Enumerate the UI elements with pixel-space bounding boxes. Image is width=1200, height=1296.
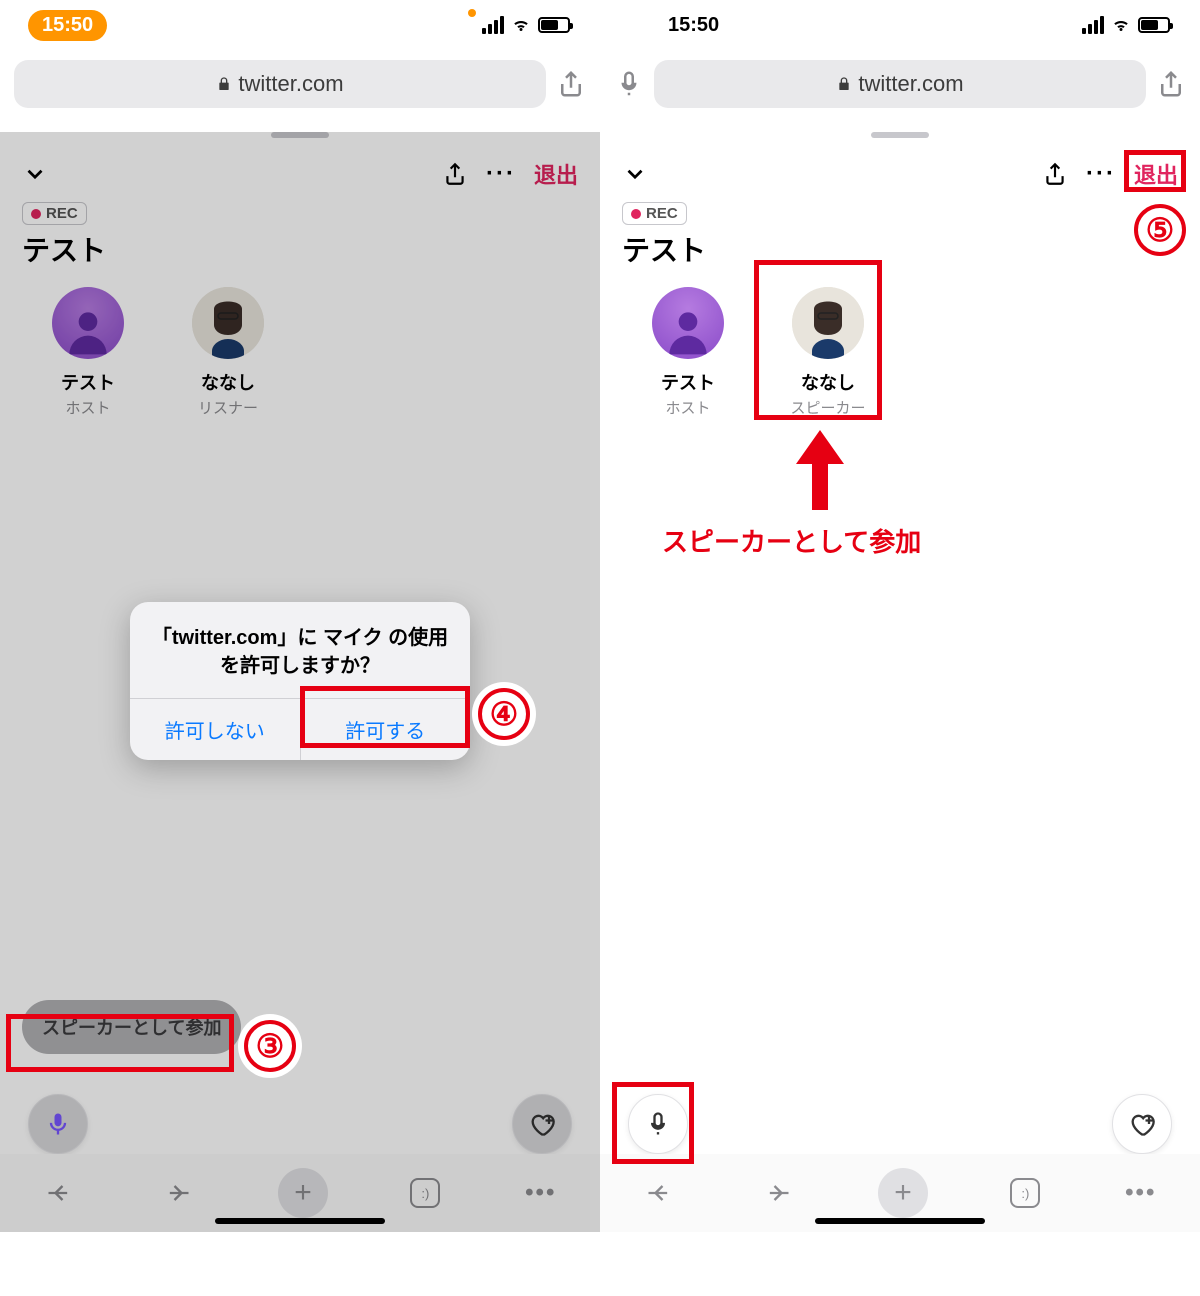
nav-more-icon[interactable]: •••: [1123, 1175, 1159, 1211]
nav-tabs-icon[interactable]: :): [1010, 1178, 1040, 1208]
chevron-down-icon[interactable]: [622, 161, 648, 187]
wifi-icon: [510, 16, 532, 34]
annotation-number-5: ⑤: [1134, 204, 1186, 256]
nav-forward-icon[interactable]: [160, 1175, 196, 1211]
participant-user[interactable]: ななし スピーカー: [778, 287, 878, 418]
url-bar[interactable]: twitter.com: [654, 60, 1146, 108]
battery-icon: [538, 17, 570, 33]
lock-icon: [836, 76, 852, 92]
share-space-icon[interactable]: [1042, 161, 1068, 187]
nav-more-icon[interactable]: •••: [523, 1175, 559, 1211]
bottom-controls: [600, 1094, 1200, 1154]
avatar: [192, 287, 264, 359]
nav-forward-icon[interactable]: [760, 1175, 796, 1211]
rec-dot-icon: [31, 209, 41, 219]
safari-url-row: twitter.com: [0, 50, 600, 122]
chevron-down-icon[interactable]: [22, 161, 48, 187]
annotation-number-4: ④: [478, 688, 530, 740]
share-icon[interactable]: [556, 69, 586, 99]
participants: テスト ホスト ななし スピーカー: [600, 287, 1200, 418]
exit-button[interactable]: 退出: [1134, 158, 1178, 190]
mic-permission-alert: 「twitter.com」に マイク の使用を許可しますか？ 許可しない 許可す…: [130, 602, 470, 760]
participant-host[interactable]: テスト ホスト: [38, 287, 138, 418]
url-text: twitter.com: [858, 71, 963, 97]
space-title: テスト: [0, 225, 600, 287]
wifi-icon: [1110, 16, 1132, 34]
alert-allow-button[interactable]: 許可する: [300, 699, 471, 760]
status-bar: 15:50: [600, 0, 1200, 50]
app-area: ··· 退出 REC テスト テスト ホスト ななし スピーカー: [600, 132, 1200, 1232]
avatar: [792, 287, 864, 359]
nav-back-icon[interactable]: [641, 1175, 677, 1211]
exit-button[interactable]: 退出: [534, 158, 578, 190]
cellular-icon: [1082, 16, 1104, 34]
react-button[interactable]: [512, 1094, 572, 1154]
more-icon[interactable]: ···: [486, 160, 516, 188]
annotation-caption: スピーカーとして参加: [662, 522, 921, 559]
annotation-arrow-icon: [796, 430, 844, 510]
nav-tabs-icon[interactable]: :): [410, 1178, 440, 1208]
more-icon[interactable]: ···: [1086, 160, 1116, 188]
participant-host[interactable]: テスト ホスト: [638, 287, 738, 418]
app-area: ··· 退出 REC テスト テスト ホスト ななし リスナー スピーカーとして…: [0, 132, 600, 1232]
join-as-speaker-button[interactable]: スピーカーとして参加: [22, 1000, 241, 1054]
share-space-icon[interactable]: [442, 161, 468, 187]
space-topbar: ··· 退出: [600, 138, 1200, 196]
phone-right: 15:50 twitter.com ··· 退出 REC テスト: [600, 0, 1200, 1296]
alert-deny-button[interactable]: 許可しない: [130, 699, 300, 760]
home-indicator: [215, 1218, 385, 1224]
battery-icon: [1138, 17, 1170, 33]
share-icon[interactable]: [1156, 69, 1186, 99]
cellular-icon: [482, 16, 504, 34]
phone-left: 15:50 twitter.com ··· 退出 REC テスト: [0, 0, 600, 1296]
alert-title: 「twitter.com」に マイク の使用を許可しますか？: [130, 602, 470, 698]
avatar: [52, 287, 124, 359]
status-icons: [1082, 16, 1170, 34]
participants: テスト ホスト ななし リスナー: [0, 287, 600, 418]
mic-button[interactable]: [628, 1094, 688, 1154]
recording-dot-icon: [468, 9, 476, 17]
rec-badge: REC: [622, 202, 687, 225]
space-title: テスト: [600, 225, 1200, 287]
space-topbar: ··· 退出: [0, 138, 600, 196]
rec-dot-icon: [631, 209, 641, 219]
rec-badge: REC: [22, 202, 87, 225]
lock-icon: [216, 76, 232, 92]
nav-back-icon[interactable]: [41, 1175, 77, 1211]
url-text: twitter.com: [238, 71, 343, 97]
home-indicator: [815, 1218, 985, 1224]
participant-user[interactable]: ななし リスナー: [178, 287, 278, 418]
status-time: 15:50: [28, 10, 107, 41]
annotation-number-3: ③: [244, 1020, 296, 1072]
safari-url-row: twitter.com: [600, 50, 1200, 122]
safari-mic-icon[interactable]: [614, 69, 644, 99]
nav-newtab-button[interactable]: +: [878, 1168, 928, 1218]
status-time: 15:50: [628, 14, 719, 37]
react-button[interactable]: [1112, 1094, 1172, 1154]
mic-button[interactable]: [28, 1094, 88, 1154]
avatar: [652, 287, 724, 359]
status-bar: 15:50: [0, 0, 600, 50]
nav-newtab-button[interactable]: +: [278, 1168, 328, 1218]
url-bar[interactable]: twitter.com: [14, 60, 546, 108]
status-icons: [468, 16, 570, 34]
bottom-controls: [0, 1094, 600, 1154]
